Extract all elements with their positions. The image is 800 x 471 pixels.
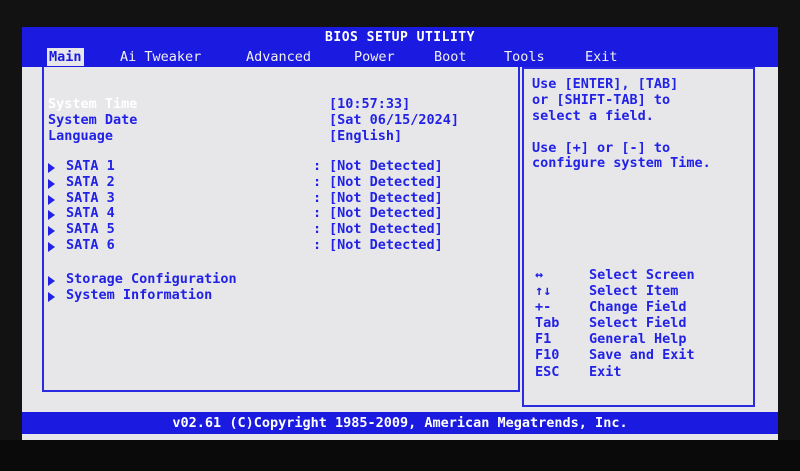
sata-2-value: [Not Detected] bbox=[329, 174, 443, 190]
storage-configuration-item[interactable]: Storage Configuration bbox=[66, 271, 237, 287]
sata-1-value: [Not Detected] bbox=[329, 158, 443, 174]
submenu-arrow-icon bbox=[48, 179, 55, 189]
submenu-arrow-icon bbox=[48, 242, 55, 252]
submenu-arrow-icon bbox=[48, 163, 55, 173]
tab-power[interactable]: Power bbox=[352, 48, 397, 66]
key-f1: F1 bbox=[535, 331, 552, 347]
submenu-arrow-icon bbox=[48, 195, 55, 205]
key-desc-select-screen: Select Screen bbox=[589, 267, 695, 283]
monitor-bezel bbox=[0, 440, 800, 471]
system-time-field[interactable]: [10:57:33] bbox=[329, 96, 410, 112]
sata-4-value: [Not Detected] bbox=[329, 205, 443, 221]
help-text-line: configure system Time. bbox=[532, 155, 711, 171]
help-text-line: select a field. bbox=[532, 108, 654, 124]
sata-2-label[interactable]: SATA 2 bbox=[66, 174, 115, 190]
key-esc: ESC bbox=[535, 364, 560, 380]
submenu-arrow-icon bbox=[48, 226, 55, 236]
key-f10: F10 bbox=[535, 347, 560, 363]
submenu-arrow-icon bbox=[48, 210, 55, 220]
footer-bar: v02.61 (C)Copyright 1985-2009, American … bbox=[22, 412, 778, 434]
plus-minus-icon: +- bbox=[535, 299, 552, 315]
key-desc-general-help: General Help bbox=[589, 331, 687, 347]
tab-advanced[interactable]: Advanced bbox=[244, 48, 313, 66]
system-date-field[interactable]: [Sat 06/15/2024] bbox=[329, 112, 459, 128]
page-title: BIOS SETUP UTILITY bbox=[325, 30, 475, 45]
sata-6-separator: : bbox=[313, 237, 322, 253]
sata-5-value: [Not Detected] bbox=[329, 221, 443, 237]
system-date-label: System Date bbox=[48, 112, 138, 128]
key-desc-save-and-exit: Save and Exit bbox=[589, 347, 695, 363]
sata-5-label[interactable]: SATA 5 bbox=[66, 221, 115, 237]
sata-5-separator: : bbox=[313, 221, 322, 237]
tab-tools[interactable]: Tools bbox=[502, 48, 547, 66]
sata-6-value: [Not Detected] bbox=[329, 237, 443, 253]
sata-4-label[interactable]: SATA 4 bbox=[66, 205, 115, 221]
sata-3-label[interactable]: SATA 3 bbox=[66, 190, 115, 206]
sata-1-separator: : bbox=[313, 158, 322, 174]
tab-boot[interactable]: Boot bbox=[432, 48, 469, 66]
sata-2-separator: : bbox=[313, 174, 322, 190]
title-bar: BIOS SETUP UTILITY bbox=[22, 27, 778, 49]
up-down-arrows-icon: ↑↓ bbox=[535, 283, 552, 299]
menu-bar: Main Ai Tweaker Advanced Power Boot Tool… bbox=[22, 47, 778, 67]
submenu-arrow-icon bbox=[48, 292, 55, 302]
key-tab: Tab bbox=[535, 315, 560, 331]
help-text-line: Use [+] or [-] to bbox=[532, 140, 671, 156]
key-desc-exit: Exit bbox=[589, 364, 622, 380]
tab-main[interactable]: Main bbox=[47, 48, 84, 66]
help-text-line: or [SHIFT-TAB] to bbox=[532, 92, 671, 108]
key-desc-change-field: Change Field bbox=[589, 299, 687, 315]
tab-ai-tweaker[interactable]: Ai Tweaker bbox=[118, 48, 203, 66]
bios-screen: BIOS SETUP UTILITY Main Ai Tweaker Advan… bbox=[22, 27, 778, 440]
sata-3-value: [Not Detected] bbox=[329, 190, 443, 206]
language-label: Language bbox=[48, 128, 114, 144]
sata-4-separator: : bbox=[313, 205, 322, 221]
key-desc-select-field: Select Field bbox=[589, 315, 687, 331]
sata-3-separator: : bbox=[313, 190, 322, 206]
language-field[interactable]: [English] bbox=[329, 128, 402, 144]
help-text-line: Use [ENTER], [TAB] bbox=[532, 76, 679, 92]
system-information-item[interactable]: System Information bbox=[66, 287, 212, 303]
system-time-label: System Time bbox=[48, 96, 138, 112]
left-right-arrows-icon: ↔ bbox=[535, 267, 544, 283]
sata-6-label[interactable]: SATA 6 bbox=[66, 237, 115, 253]
tab-exit[interactable]: Exit bbox=[583, 48, 620, 66]
key-desc-select-item: Select Item bbox=[589, 283, 679, 299]
copyright-text: v02.61 (C)Copyright 1985-2009, American … bbox=[172, 415, 628, 431]
submenu-arrow-icon bbox=[48, 276, 55, 286]
sata-1-label[interactable]: SATA 1 bbox=[66, 158, 115, 174]
